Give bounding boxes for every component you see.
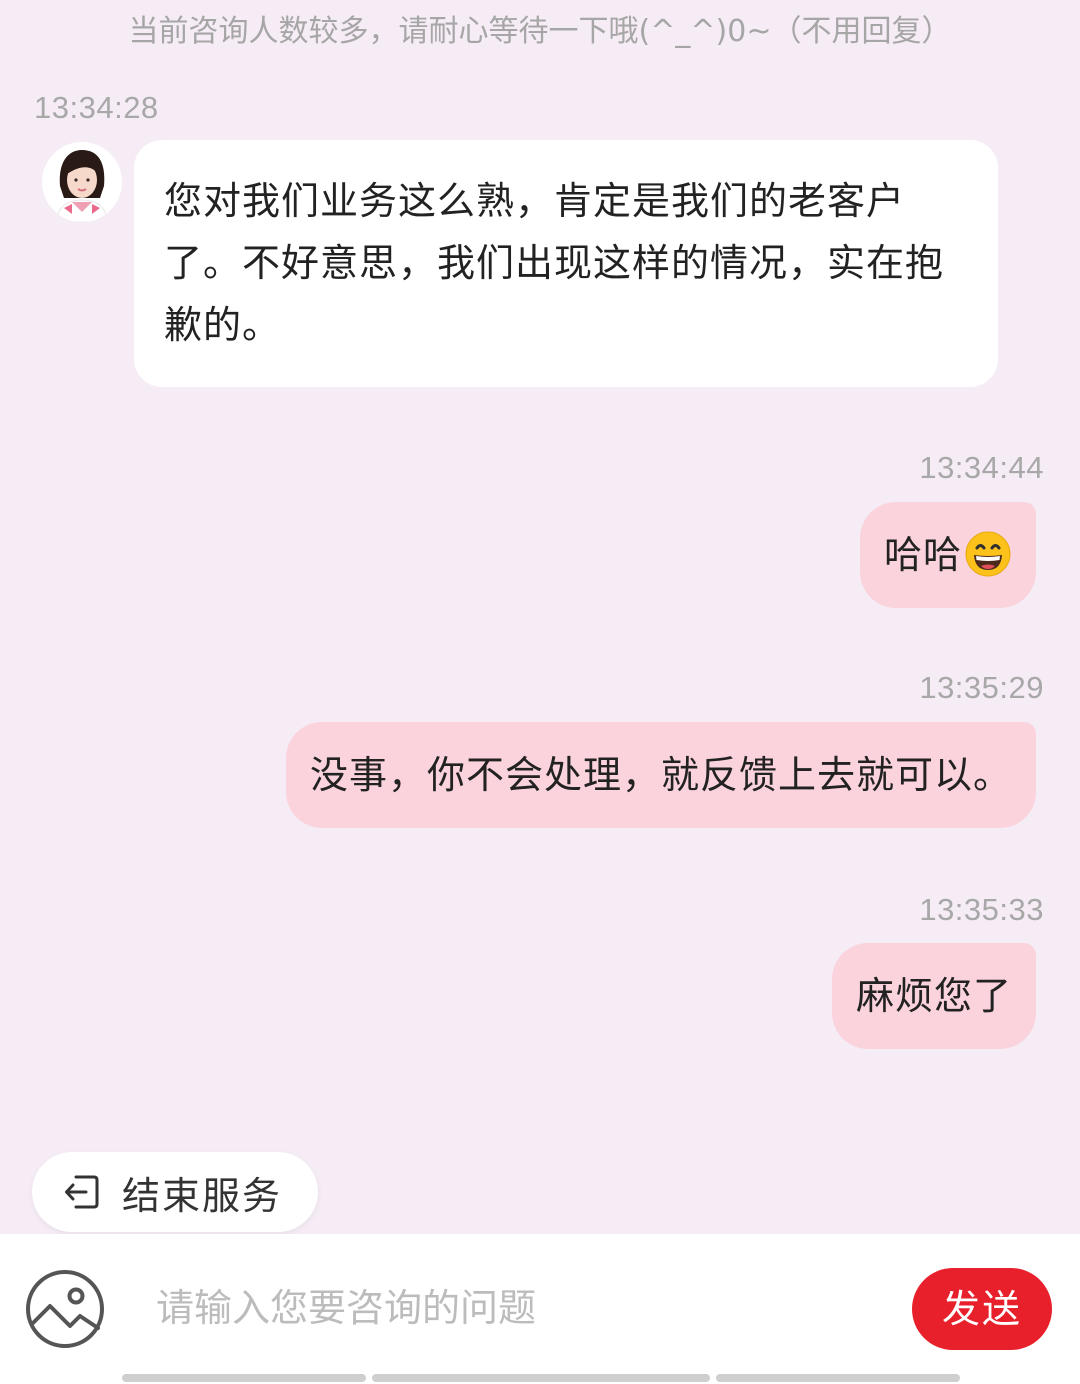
system-notice: 当前咨询人数较多，请耐心等待一下哦(^_^)0~（不用回复） (128, 14, 952, 49)
agent-avatar[interactable] (42, 142, 122, 222)
message-input[interactable] (134, 1256, 894, 1360)
message-timestamp: 13:35:29 (919, 670, 1044, 705)
exit-icon (65, 1175, 99, 1209)
user-message-text: 没事，你不会处理，就反馈上去就可以。 (309, 753, 1012, 797)
agent-message-text: 您对我们业务这么熟，肯定是我们的老客户了。不好意思，我们出现这样的情况，实在抱歉… (164, 179, 945, 347)
agent-avatar-image (42, 142, 122, 222)
end-service-button[interactable]: 结束服务 (32, 1152, 318, 1232)
image-icon[interactable] (24, 1268, 106, 1350)
end-service-label: 结束服务 (122, 1173, 283, 1218)
gesture-bar-segment (716, 1374, 960, 1382)
user-message-text: 哈哈 (883, 533, 962, 577)
gesture-bar-segment (122, 1374, 366, 1382)
input-bar: 发送 (0, 1234, 1080, 1384)
user-message-bubble: 没事，你不会处理，就反馈上去就可以。 (285, 722, 1036, 828)
grinning-face-emoji-icon (965, 531, 1011, 576)
message-timestamp: 13:34:28 (34, 90, 159, 125)
send-button[interactable]: 发送 (912, 1268, 1052, 1350)
message-timestamp: 13:34:44 (919, 450, 1044, 485)
agent-message-bubble: 您对我们业务这么熟，肯定是我们的老客户了。不好意思，我们出现这样的情况，实在抱歉… (134, 140, 998, 387)
message-timestamp: 13:35:33 (919, 892, 1044, 927)
user-message-bubble: 麻烦您了 (831, 943, 1036, 1049)
user-message-text: 麻烦您了 (855, 974, 1012, 1018)
user-message-bubble: 哈哈 (859, 502, 1036, 608)
gesture-bar-segment (372, 1374, 710, 1382)
